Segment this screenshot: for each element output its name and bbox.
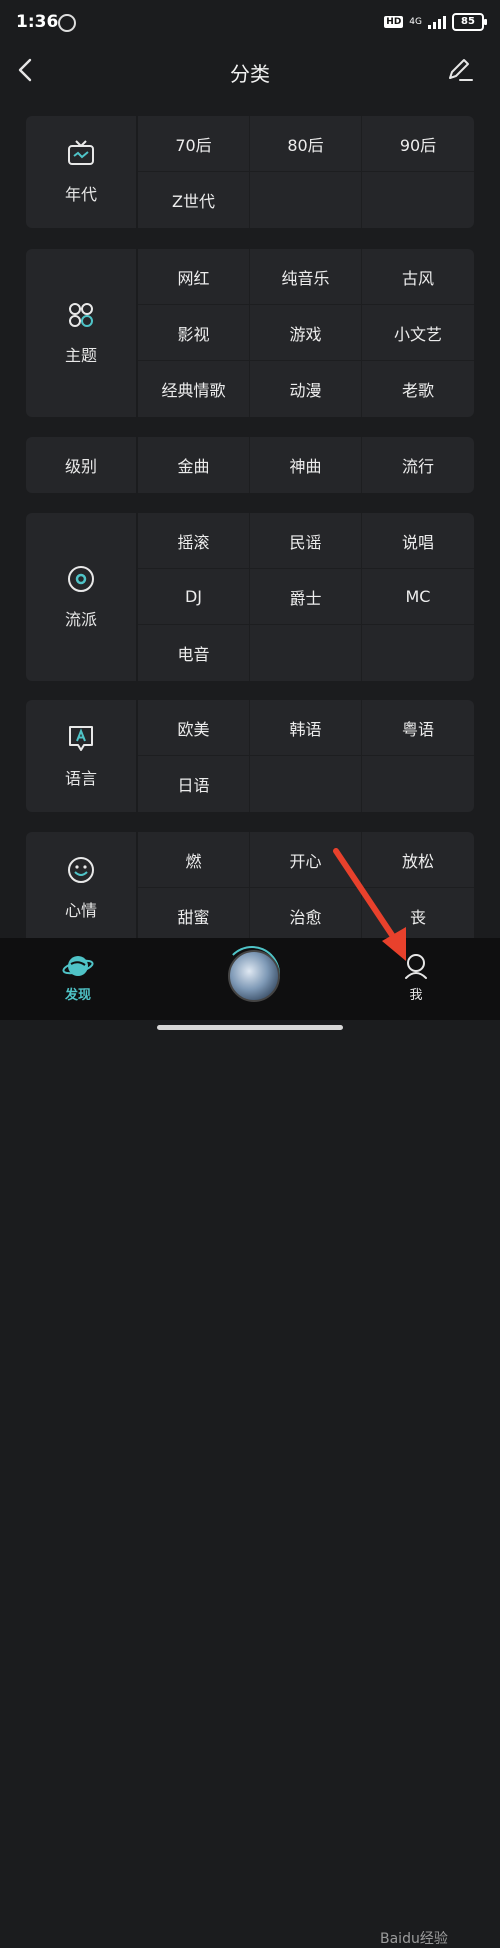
network-label: 4G xyxy=(409,17,422,27)
category-chip[interactable]: 日语 xyxy=(138,756,250,812)
category-chip[interactable]: 爵士 xyxy=(250,569,362,625)
category-card: 主题 网红 纯音乐 古风影视 游戏 小文艺经典情歌 动漫 老歌 xyxy=(26,249,474,417)
category-chip[interactable]: 游戏 xyxy=(250,305,362,361)
category-chip[interactable]: 民谣 xyxy=(250,513,362,569)
category-chip[interactable]: 流行 xyxy=(362,437,474,493)
page-title: 分类 xyxy=(230,62,270,86)
category-label: 主题 xyxy=(64,346,97,365)
apps-icon xyxy=(66,300,96,334)
tab-discover-label: 发现 xyxy=(64,988,91,1003)
category-card: 流派 摇滚 民谣 说唱 DJ 爵士 MC 电音 xyxy=(26,513,474,681)
category-chip[interactable]: 韩语 xyxy=(250,700,362,756)
category-label-group: 级别 xyxy=(26,437,136,493)
category-chip[interactable]: 古风 xyxy=(362,249,474,305)
category-chip[interactable]: 金曲 xyxy=(138,437,250,493)
category-label: 流派 xyxy=(64,610,97,629)
category-chip[interactable]: 摇滚 xyxy=(138,513,250,569)
category-card: 年代 70后 80后 90后 Z世代 xyxy=(26,116,474,228)
smile-icon xyxy=(66,855,96,889)
category-label-group: 语言 xyxy=(26,700,136,812)
category-chip[interactable]: 90后 xyxy=(362,116,474,172)
category-items: 网红 纯音乐 古风影视 游戏 小文艺经典情歌 动漫 老歌 xyxy=(138,249,474,417)
category-chip[interactable]: 老歌 xyxy=(362,361,474,417)
signal-icon xyxy=(428,15,446,29)
hd-badge: HD xyxy=(384,16,404,28)
category-chip[interactable]: 欧美 xyxy=(138,700,250,756)
disc-icon xyxy=(66,564,96,598)
empty-cell xyxy=(250,625,362,681)
category-chip[interactable]: 动漫 xyxy=(250,361,362,417)
status-indicators: HD 4G 85 xyxy=(384,13,487,31)
category-items: 70后 80后 90后 Z世代 xyxy=(138,116,474,228)
category-chip[interactable]: 经典情歌 xyxy=(138,361,250,417)
now-playing-disc[interactable] xyxy=(228,950,280,1002)
category-items: 摇滚 民谣 说唱 DJ 爵士 MC 电音 xyxy=(138,513,474,681)
category-label: 级别 xyxy=(64,457,97,476)
category-chip[interactable]: MC xyxy=(362,569,474,625)
status-time: 1:36 xyxy=(16,12,59,32)
empty-cell xyxy=(362,172,474,228)
annotation-arrow xyxy=(333,848,406,961)
battery-icon: 85 xyxy=(452,13,487,31)
category-chip[interactable]: Z世代 xyxy=(138,172,250,228)
category-chip[interactable]: 小文艺 xyxy=(362,305,474,361)
tv-icon xyxy=(66,139,96,173)
empty-cell xyxy=(250,172,362,228)
app-notification-icon xyxy=(58,14,76,32)
category-chip[interactable]: 神曲 xyxy=(250,437,362,493)
tab-discover[interactable]: 发现 xyxy=(62,952,94,1003)
tab-me-label: 我 xyxy=(409,988,423,1003)
category-label: 心情 xyxy=(64,901,97,920)
category-chip[interactable]: 网红 xyxy=(138,249,250,305)
category-label-group: 年代 xyxy=(26,116,136,228)
status-bar: 1:36 HD 4G 85 xyxy=(0,0,500,44)
category-chip[interactable]: 电音 xyxy=(138,625,250,681)
category-label-group: 主题 xyxy=(26,249,136,417)
category-label: 语言 xyxy=(64,769,97,788)
category-items: 金曲 神曲 流行 xyxy=(138,437,474,493)
category-chip[interactable]: 粤语 xyxy=(362,700,474,756)
edit-icon[interactable] xyxy=(446,56,474,84)
category-label-group: 心情 xyxy=(26,832,136,944)
home-indicator[interactable] xyxy=(157,1025,343,1030)
category-label: 年代 xyxy=(64,185,97,204)
category-chip[interactable]: 甜蜜 xyxy=(138,888,250,944)
watermark: Baidu经验 xyxy=(380,1931,448,1947)
category-chip[interactable]: 说唱 xyxy=(362,513,474,569)
category-chip[interactable]: 70后 xyxy=(138,116,250,172)
category-chip[interactable]: DJ xyxy=(138,569,250,625)
planet-icon xyxy=(62,956,94,976)
chat-a-icon xyxy=(66,723,96,757)
category-items: 燃开心 放松 甜蜜 治愈丧 xyxy=(138,832,474,944)
category-card: 级别 金曲 神曲 流行 xyxy=(26,437,474,493)
empty-cell xyxy=(250,756,362,812)
bottom-tab-bar: 发现 我 Baidu经验 xyxy=(0,938,500,1947)
category-chip[interactable]: 燃 xyxy=(138,832,250,888)
category-chip[interactable]: 影视 xyxy=(138,305,250,361)
nav-bar: 分类 xyxy=(0,44,500,100)
category-chip[interactable]: 纯音乐 xyxy=(250,249,362,305)
empty-cell xyxy=(362,756,474,812)
category-chip[interactable]: 80后 xyxy=(250,116,362,172)
category-items: 欧美 韩语 粤语日语 xyxy=(138,700,474,812)
category-card: 语言 欧美 韩语 粤语日语 xyxy=(26,700,474,812)
category-label-group: 流派 xyxy=(26,513,136,681)
empty-cell xyxy=(362,625,474,681)
